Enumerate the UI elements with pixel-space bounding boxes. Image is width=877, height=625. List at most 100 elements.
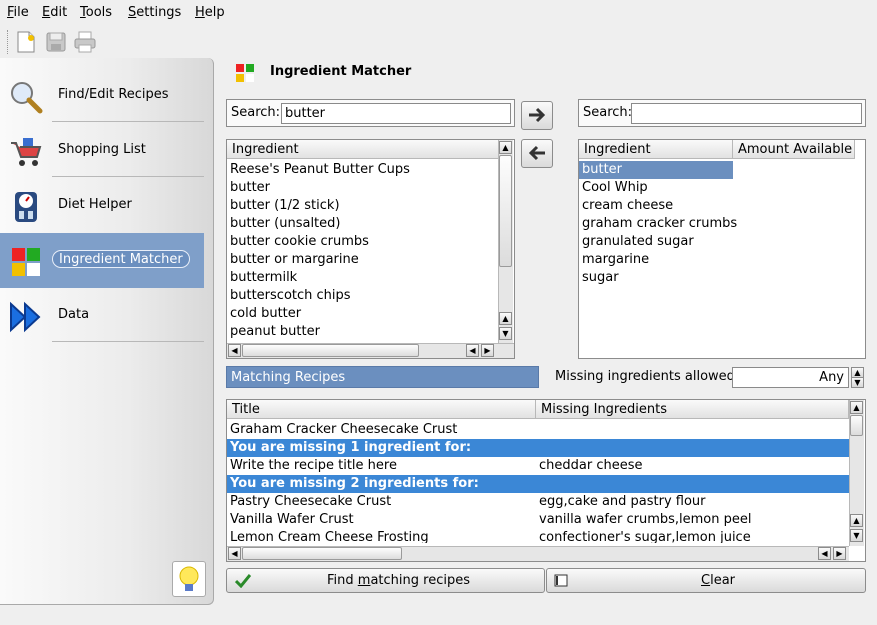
scroll-up-arrow-icon[interactable]: ▲: [499, 312, 512, 325]
recipe-title: Graham Cracker Cheesecake Crust: [230, 422, 458, 437]
fast-forward-icon: [9, 300, 43, 334]
add-ingredient-button[interactable]: [521, 101, 553, 130]
magnifier-icon: [9, 80, 43, 114]
menu-tools[interactable]: Tools: [80, 5, 112, 20]
missing-ingredients-label: Missing ingredients allowed:: [555, 369, 740, 384]
list-item[interactable]: peanut butter: [227, 323, 320, 341]
list-item[interactable]: butterscotch chips: [227, 287, 351, 305]
new-document-icon[interactable]: [14, 30, 38, 54]
lightbulb-icon[interactable]: [172, 561, 206, 597]
sidebar-item-diet-helper[interactable]: Diet Helper: [0, 178, 204, 233]
list-item[interactable]: Cool Whip: [579, 179, 648, 197]
find-matching-recipes-button[interactable]: Find matching recipes: [226, 568, 545, 593]
sidebar-item-label: Ingredient Matcher: [52, 250, 190, 268]
remove-ingredient-button[interactable]: [521, 139, 553, 168]
menu-settings[interactable]: Settings: [128, 5, 181, 20]
sidebar-divider: [52, 341, 204, 342]
table-row[interactable]: Lemon Cream Cheese Frosting confectioner…: [227, 529, 852, 543]
left-search-box: Search: butter: [226, 99, 515, 127]
list-item[interactable]: granulated sugar: [579, 233, 694, 251]
vertical-scrollbar[interactable]: ▲ ▲ ▼: [498, 140, 513, 343]
recipe-missing: vanilla wafer crumbs,lemon peel: [539, 512, 752, 527]
group-row[interactable]: You are missing 1 ingredient for:: [227, 439, 852, 457]
available-search-input[interactable]: [631, 103, 862, 124]
sidebar-item-shopping-list[interactable]: Shopping List: [0, 123, 204, 178]
list-item[interactable]: butter: [227, 179, 270, 197]
recipe-title: Write the recipe title here: [230, 458, 397, 473]
scroll-up-arrow-icon[interactable]: ▲: [850, 401, 863, 414]
spin-down-arrow-icon[interactable]: ▼: [851, 377, 864, 388]
group-label: You are missing 1 ingredient for:: [230, 440, 472, 455]
checkmark-icon: [235, 574, 251, 588]
list-item[interactable]: margarine: [579, 251, 649, 269]
table-row[interactable]: Graham Cracker Cheesecake Crust: [227, 421, 852, 439]
missing-ingredients-spinbox[interactable]: Any: [732, 367, 849, 388]
scroll-left-arrow-icon[interactable]: ◀: [228, 344, 241, 357]
menu-file[interactable]: File: [7, 5, 29, 20]
clear-button[interactable]: Clear: [546, 568, 866, 593]
group-row[interactable]: You are missing 2 ingredients for:: [227, 475, 852, 493]
list-item[interactable]: Reese's Peanut Butter Cups: [227, 161, 410, 179]
table-row[interactable]: Pastry Cheesecake Crust egg,cake and pas…: [227, 493, 852, 511]
scroll-thumb[interactable]: [242, 547, 402, 560]
sidebar-item-find-edit-recipes[interactable]: Find/Edit Recipes: [0, 68, 204, 123]
scroll-left-arrow-icon[interactable]: ◀: [466, 344, 479, 357]
clear-icon: [554, 574, 568, 587]
menubar: File Edit Tools Settings Help: [0, 0, 877, 26]
column-header-ingredient[interactable]: Ingredient: [227, 140, 500, 159]
column-header-amount-available[interactable]: Amount Available: [733, 140, 855, 159]
table-row[interactable]: Write the recipe title here cheddar chee…: [227, 457, 852, 475]
scroll-thumb[interactable]: [850, 415, 863, 436]
scroll-thumb[interactable]: [242, 344, 419, 357]
ingredient-search-input[interactable]: butter: [281, 103, 511, 124]
list-item[interactable]: cold butter: [227, 305, 301, 323]
ingredient-matcher-icon: [9, 245, 43, 279]
scroll-left-arrow-icon[interactable]: ◀: [228, 547, 241, 560]
list-item[interactable]: cream cheese: [579, 197, 673, 215]
list-item[interactable]: butter or margarine: [227, 251, 359, 269]
arrow-right-icon: [529, 107, 546, 123]
sidebar-item-label: Data: [58, 307, 90, 322]
menu-edit[interactable]: Edit: [42, 5, 67, 20]
sidebar-item-data[interactable]: Data: [0, 288, 204, 343]
scroll-thumb[interactable]: [499, 155, 512, 267]
recipe-title: Vanilla Wafer Crust: [230, 512, 354, 527]
list-item[interactable]: buttermilk: [227, 269, 297, 287]
scroll-left-arrow-icon[interactable]: ◀: [818, 547, 831, 560]
menu-help[interactable]: Help: [195, 5, 225, 20]
save-icon[interactable]: [44, 30, 68, 54]
right-search-box: Search:: [578, 99, 866, 127]
vertical-scrollbar[interactable]: ▲ ▲ ▼: [849, 400, 864, 546]
column-header-ingredient[interactable]: Ingredient: [579, 140, 733, 159]
scroll-up-arrow-icon[interactable]: ▲: [850, 514, 863, 527]
scroll-up-arrow-icon[interactable]: ▲: [499, 141, 512, 154]
table-row[interactable]: Vanilla Wafer Crust vanilla wafer crumbs…: [227, 511, 852, 529]
sidebar-divider: [52, 176, 204, 177]
toolbar-handle[interactable]: [7, 30, 10, 54]
list-item[interactable]: graham cracker crumbs: [579, 215, 737, 233]
list-item[interactable]: butter (1/2 stick): [227, 197, 340, 215]
sidebar-item-ingredient-matcher[interactable]: Ingredient Matcher: [0, 233, 204, 288]
list-item[interactable]: butter (unsalted): [227, 215, 340, 233]
print-icon[interactable]: [73, 30, 97, 54]
list-item-selected[interactable]: butter: [579, 161, 733, 179]
shopping-cart-icon: [9, 135, 43, 169]
horizontal-scrollbar[interactable]: ◀ ◀ ▶: [227, 546, 849, 561]
scroll-down-arrow-icon[interactable]: ▼: [850, 529, 863, 542]
column-header-missing-ingredients[interactable]: Missing Ingredients: [536, 400, 849, 419]
sidebar-item-label: Diet Helper: [58, 197, 132, 212]
recipe-title: Pastry Cheesecake Crust: [230, 494, 392, 509]
list-item[interactable]: sugar: [579, 269, 619, 287]
sidebar-item-label: Find/Edit Recipes: [58, 87, 169, 102]
column-header-title[interactable]: Title: [227, 400, 536, 419]
horizontal-scrollbar[interactable]: ◀ ◀ ▶: [227, 343, 514, 358]
scroll-right-arrow-icon[interactable]: ▶: [481, 344, 494, 357]
button-label: Find matching recipes: [327, 573, 470, 588]
scroll-down-arrow-icon[interactable]: ▼: [499, 327, 512, 340]
scroll-right-arrow-icon[interactable]: ▶: [833, 547, 846, 560]
page-title: Ingredient Matcher: [270, 64, 412, 79]
search-label: Search:: [231, 105, 281, 120]
recipe-missing: cheddar cheese: [539, 458, 643, 473]
list-item[interactable]: butter cookie crumbs: [227, 233, 369, 251]
available-ingredients-list: Ingredient Amount Available butter Cool …: [578, 139, 866, 359]
